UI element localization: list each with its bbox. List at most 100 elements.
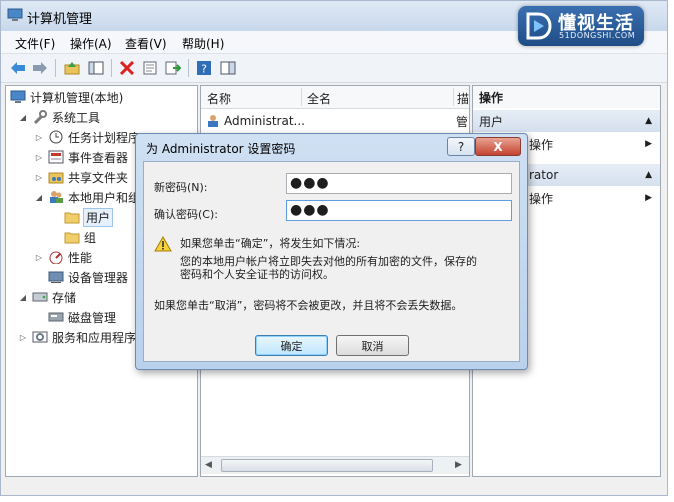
tree-item-local-users-groups[interactable]: ◢ 本地用户和组 (34, 188, 140, 206)
shared-folder-icon (48, 170, 64, 184)
view-pane-icon[interactable] (219, 59, 237, 77)
tree-item-label: 任务计划程序 (68, 130, 141, 145)
cancel-button[interactable]: 取消 (336, 335, 409, 356)
forward-arrow-icon[interactable] (31, 59, 49, 77)
scrollbar-thumb[interactable] (221, 459, 433, 472)
tree-item-label: 存储 (52, 290, 77, 305)
tree-item-label: 性能 (68, 250, 93, 265)
confirm-password-field[interactable]: ●●● (286, 200, 512, 221)
collapse-triangle-icon[interactable]: ▲ (645, 170, 652, 180)
menu-file[interactable]: 文件(F) (15, 35, 55, 52)
column-separator[interactable] (301, 88, 302, 106)
tree-item-label: 用户 (82, 207, 114, 227)
performance-icon (48, 250, 64, 265)
toolbar-separator (188, 59, 189, 77)
tree-item-task-scheduler[interactable]: ▷ 任务计划程序 (34, 128, 140, 146)
export-icon[interactable] (164, 59, 182, 77)
set-password-dialog: 为 Administrator 设置密码 ? X 新密码(N): ●●● 确认密… (135, 133, 528, 370)
dialog-close-button[interactable]: X (475, 137, 521, 156)
menu-view[interactable]: 查看(V) (125, 35, 167, 52)
column-header-fullname[interactable]: 全名 (307, 90, 331, 107)
tree-item-system-tools[interactable]: ◢ 系统工具 (18, 108, 100, 126)
tree-item-storage[interactable]: ◢ 存储 (18, 288, 76, 306)
collapse-triangle-icon[interactable]: ▲ (645, 116, 652, 126)
show-hide-tree-icon[interactable] (87, 59, 105, 77)
toolbar: ? (1, 54, 667, 83)
confirm-password-label: 确认密码(C): (154, 208, 218, 221)
column-header-name[interactable]: 名称 (207, 90, 231, 107)
section-label: 用户 (479, 114, 504, 129)
submenu-arrow-icon: ▶ (645, 193, 652, 203)
tree-item-label: 设备管理器 (68, 270, 129, 285)
ok-button[interactable]: 确定 (255, 335, 328, 356)
tree-item-users[interactable]: 用户 (64, 207, 114, 227)
menu-help[interactable]: 帮助(H) (182, 35, 224, 52)
event-viewer-icon (48, 150, 64, 164)
tree-item-performance[interactable]: ▷ 性能 (34, 248, 92, 266)
user-desc-cell: 管 (456, 114, 469, 129)
toolbar-separator (55, 59, 56, 77)
tree-item-label: 系统工具 (52, 110, 101, 125)
tree-item-label: 组 (84, 230, 97, 245)
tree-item-label: 本地用户和组 (68, 190, 141, 205)
computer-icon (10, 90, 26, 104)
new-password-field[interactable]: ●●● (286, 173, 512, 194)
up-folder-icon[interactable] (63, 59, 81, 77)
tree-item-label: 事件查看器 (68, 150, 129, 165)
table-row[interactable]: Administrat... 管 (203, 111, 469, 131)
folder-icon (64, 230, 80, 244)
collapse-arrow-icon[interactable]: ◢ (34, 193, 44, 202)
help-icon[interactable]: ? (195, 59, 213, 77)
tree-item-event-viewer[interactable]: ▷ 事件查看器 (34, 148, 128, 166)
tree-item-shared-folders[interactable]: ▷ 共享文件夹 (34, 168, 128, 186)
expand-arrow-icon[interactable]: ▷ (34, 133, 44, 142)
cancel-note: 如果您单击“取消”，密码将不会被更改，并且将不会丢失数据。 (154, 299, 463, 312)
warning-detail-line2: 密码和个人安全证书的访问权。 (180, 268, 334, 281)
disk-icon (48, 310, 64, 324)
toolbar-separator (111, 59, 112, 77)
tree-item-label: 磁盘管理 (68, 310, 117, 325)
tree-item-label: 服务和应用程序 (52, 330, 137, 345)
warning-heading: 如果您单击“确定”，将发生如下情况: (180, 237, 361, 250)
users-icon (48, 190, 64, 204)
dialog-title: 为 Administrator 设置密码 (146, 142, 296, 156)
collapse-arrow-icon[interactable]: ◢ (18, 113, 28, 122)
column-header-description[interactable]: 描 (457, 90, 469, 107)
scroll-right-icon[interactable]: ▶ (455, 460, 462, 470)
user-name-cell: Administrat... (224, 114, 305, 128)
expand-arrow-icon[interactable]: ▷ (18, 333, 28, 342)
column-separator[interactable] (453, 88, 454, 106)
tree-item-label: 共享文件夹 (68, 170, 129, 185)
horizontal-scrollbar[interactable]: ◀ ▶ (201, 456, 469, 474)
expand-arrow-icon[interactable]: ▷ (34, 173, 44, 182)
menu-action[interactable]: 操作(A) (70, 35, 112, 52)
logo-d-icon (526, 12, 552, 40)
clock-icon (48, 130, 64, 144)
tree-item-groups[interactable]: 组 (64, 228, 96, 246)
site-logo: 懂视生活 51DONGSHI.COM (518, 6, 644, 46)
scroll-left-icon[interactable]: ◀ (205, 460, 212, 470)
section-label: rator (529, 168, 559, 182)
tree-item-disk-management[interactable]: 磁盘管理 (48, 308, 116, 326)
dialog-help-button[interactable]: ? (447, 137, 475, 156)
collapse-arrow-icon[interactable]: ◢ (18, 293, 28, 302)
tools-icon (32, 110, 48, 125)
tree-item-services-apps[interactable]: ▷ 服务和应用程序 (18, 328, 136, 346)
back-arrow-icon[interactable] (9, 59, 27, 77)
delete-icon[interactable] (118, 59, 136, 77)
user-icon (205, 114, 221, 128)
folder-icon (64, 210, 80, 224)
logo-subtext: 51DONGSHI.COM (559, 31, 636, 40)
expand-arrow-icon[interactable]: ▷ (34, 253, 44, 262)
services-icon (32, 330, 48, 344)
expand-arrow-icon[interactable]: ▷ (34, 153, 44, 162)
tree-item-device-manager[interactable]: 设备管理器 (48, 268, 128, 286)
actions-section-users[interactable]: 用户 ▲ (473, 110, 660, 132)
properties-icon[interactable] (141, 59, 159, 77)
tree-item-label: 计算机管理(本地) (30, 90, 124, 105)
tree-item-computer-management[interactable]: 计算机管理(本地) (10, 88, 123, 106)
svg-text:?: ? (201, 63, 207, 76)
submenu-arrow-icon: ▶ (645, 139, 652, 149)
warning-detail-line1: 您的本地用户帐户将立即失去对他的所有加密的文件，保存的 (180, 255, 477, 268)
actions-header: 操作 (473, 86, 660, 108)
